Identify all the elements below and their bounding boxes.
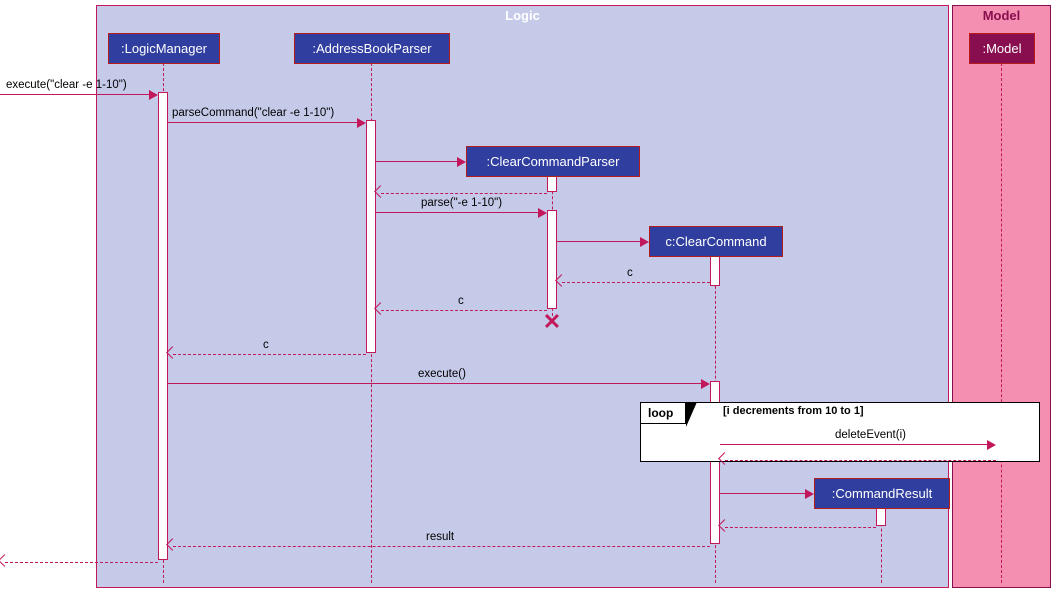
activation-cc1 [710, 256, 720, 286]
msg-create-cc [557, 231, 649, 243]
msg-return-cr [720, 517, 876, 529]
msg-return-c3: c [168, 344, 366, 356]
activation-ccp [547, 210, 557, 309]
msg-execute-in: execute("clear -e 1-10") [0, 84, 158, 96]
lifeline-dash-model [1001, 63, 1002, 583]
msg-return-c2: c [376, 300, 547, 312]
msg-execute2: execute() [168, 373, 710, 385]
destroy-icon: ✕ [543, 309, 561, 335]
msg-return-c1: c [557, 272, 710, 284]
msg-return-out [0, 552, 158, 564]
lifeline-logic-manager: :LogicManager [108, 33, 220, 64]
lifeline-clear-command-parser: :ClearCommandParser [466, 146, 640, 177]
activation-abp [366, 120, 376, 353]
loop-guard: [i decrements from 10 to 1] [723, 405, 864, 417]
msg-return-create-ccp [376, 183, 547, 195]
activation-ccp0 [547, 176, 557, 192]
msg-parse-command: parseCommand("clear -e 1-10") [168, 112, 366, 124]
frame-logic-title: Logic [491, 5, 554, 26]
msg-delete-event: deleteEvent(i) [720, 434, 996, 446]
lifeline-model: :Model [969, 33, 1035, 64]
activation-lm [158, 92, 168, 560]
msg-parse: parse("-e 1-10") [376, 202, 547, 214]
lifeline-command-result: :CommandResult [814, 478, 950, 509]
msg-create-cr [720, 483, 814, 495]
lifeline-clear-command: c:ClearCommand [649, 226, 783, 257]
msg-return-delete [720, 450, 996, 462]
loop-tab: loop [640, 402, 686, 424]
activation-cr [876, 508, 886, 526]
msg-create-ccp [376, 151, 466, 163]
msg-result: result [168, 536, 710, 548]
frame-model-title: Model [953, 5, 1050, 26]
lifeline-address-book-parser: :AddressBookParser [294, 33, 450, 64]
